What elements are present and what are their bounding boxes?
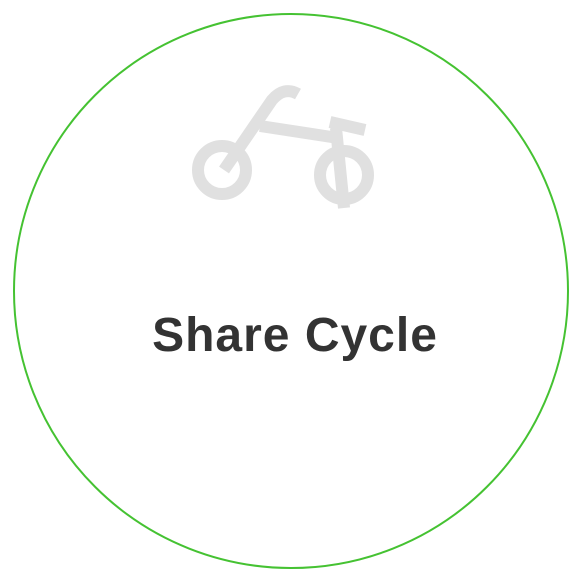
brand-name: Share Cycle bbox=[152, 309, 438, 362]
share-cycle-logo: Share Cycle bbox=[0, 0, 570, 572]
bicycle-icon bbox=[192, 85, 374, 209]
